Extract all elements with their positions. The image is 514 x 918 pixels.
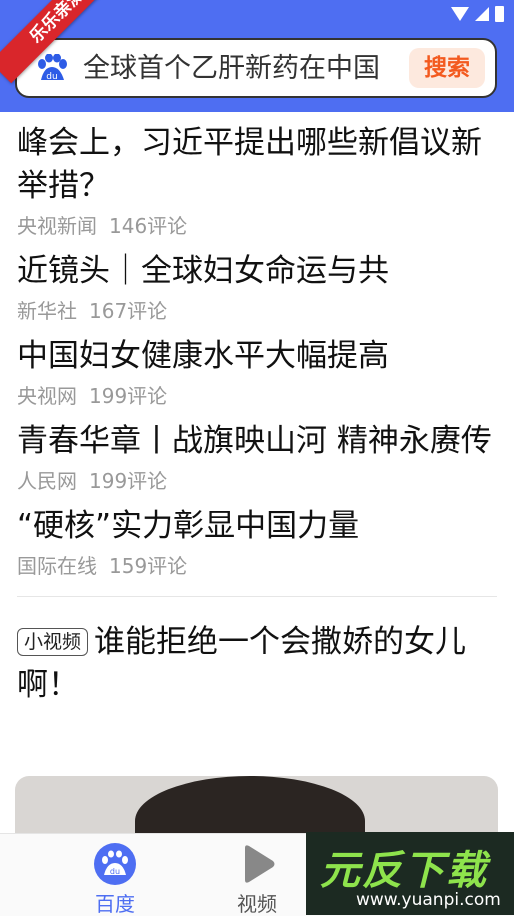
news-feed: 峰会上，习近平提出哪些新倡议新举措？ 央视新闻 146评论 近镜头｜全球妇女命运与… bbox=[17, 112, 497, 707]
play-icon bbox=[245, 845, 275, 883]
battery-icon bbox=[495, 6, 504, 22]
news-comments: 146评论 bbox=[109, 214, 188, 238]
watermark-url: www.yuanpi.com bbox=[356, 890, 501, 910]
nav-item-video[interactable]: 视频 bbox=[212, 842, 302, 918]
news-comments: 167评论 bbox=[89, 299, 168, 323]
svg-text:du: du bbox=[46, 72, 57, 82]
news-meta: 新华社 167评论 bbox=[17, 297, 497, 325]
video-thumbnail-subject bbox=[135, 776, 365, 836]
news-title[interactable]: 近镜头｜全球妇女命运与共 bbox=[17, 250, 497, 293]
search-button[interactable]: 搜索 bbox=[409, 48, 485, 88]
news-item[interactable]: 中国妇女健康水平大幅提高 央视网 199评论 bbox=[17, 325, 497, 410]
news-item[interactable]: “硬核”实力彰显中国力量 国际在线 159评论 bbox=[17, 495, 497, 580]
news-item[interactable]: 近镜头｜全球妇女命运与共 新华社 167评论 bbox=[17, 240, 497, 325]
news-meta: 央视网 199评论 bbox=[17, 382, 497, 410]
video-title-row[interactable]: 小视频 谁能拒绝一个会撒娇的女儿啊！ bbox=[17, 621, 497, 707]
watermark: 元反下载 www.yuanpi.com bbox=[306, 832, 514, 915]
baidu-paw-icon: du bbox=[38, 54, 67, 82]
search-box[interactable]: du 全球首个乙肝新药在中国 搜索 bbox=[15, 38, 497, 98]
news-title[interactable]: 中国妇女健康水平大幅提高 bbox=[17, 335, 497, 378]
watermark-logo: 元反下载 bbox=[320, 848, 488, 894]
news-item[interactable]: 峰会上，习近平提出哪些新倡议新举措？ 央视新闻 146评论 bbox=[17, 112, 497, 240]
status-bar bbox=[451, 6, 504, 22]
video-item[interactable]: 小视频 谁能拒绝一个会撒娇的女儿啊！ bbox=[17, 611, 497, 707]
news-source: 人民网 bbox=[17, 469, 77, 493]
nav-label: 百度 bbox=[95, 892, 135, 916]
nav-label: 视频 bbox=[237, 892, 277, 916]
video-thumbnail[interactable] bbox=[15, 776, 498, 836]
news-source: 新华社 bbox=[17, 299, 77, 323]
nav-item-baidu[interactable]: du 百度 bbox=[70, 842, 160, 918]
news-title[interactable]: “硬核”实力彰显中国力量 bbox=[17, 505, 497, 548]
news-source: 央视新闻 bbox=[17, 214, 97, 238]
wifi-icon bbox=[451, 7, 469, 21]
news-comments: 199评论 bbox=[89, 469, 168, 493]
news-title[interactable]: 峰会上，习近平提出哪些新倡议新举措？ bbox=[17, 122, 497, 208]
news-source: 国际在线 bbox=[17, 554, 97, 578]
signal-icon bbox=[475, 7, 489, 21]
news-meta: 央视新闻 146评论 bbox=[17, 212, 497, 240]
news-item[interactable]: 青春华章丨战旗映山河 精神永赓传 人民网 199评论 bbox=[17, 410, 497, 495]
divider bbox=[17, 596, 497, 597]
svg-text:du: du bbox=[110, 867, 120, 876]
baidu-paw-icon: du bbox=[94, 843, 136, 885]
news-title[interactable]: 青春华章丨战旗映山河 精神永赓传 bbox=[17, 420, 497, 463]
news-meta: 人民网 199评论 bbox=[17, 467, 497, 495]
news-source: 央视网 bbox=[17, 384, 77, 408]
news-comments: 159评论 bbox=[109, 554, 188, 578]
search-input[interactable]: 全球首个乙肝新药在中国 bbox=[83, 52, 403, 86]
video-badge: 小视频 bbox=[17, 628, 89, 656]
news-meta: 国际在线 159评论 bbox=[17, 552, 497, 580]
news-comments: 199评论 bbox=[89, 384, 168, 408]
